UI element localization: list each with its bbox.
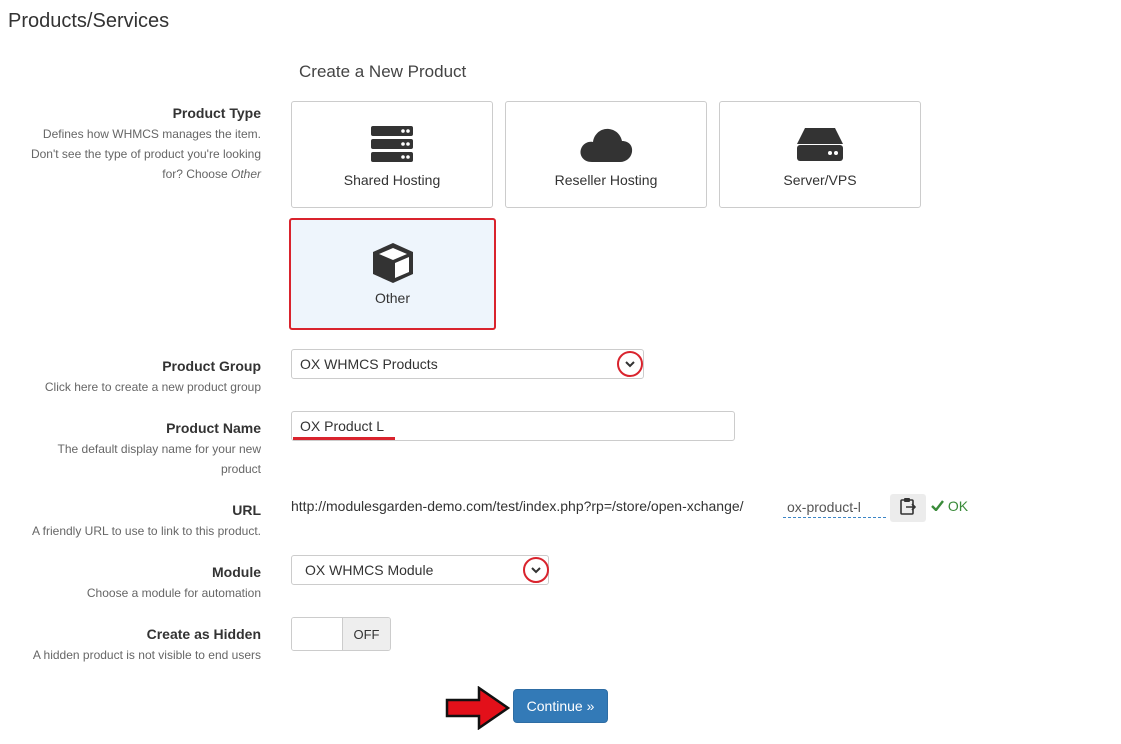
cube-icon <box>291 242 494 283</box>
url-help: A friendly URL to use to link to this pr… <box>31 524 261 538</box>
copy-url-button[interactable] <box>890 494 926 522</box>
module-help: Choose a module for automation <box>86 586 261 600</box>
product-type-help-line3-prefix: for? Choose <box>162 167 231 181</box>
module-dropdown-toggle[interactable] <box>523 557 549 583</box>
clipboard-icon <box>900 497 917 520</box>
hard-drive-icon <box>720 124 920 164</box>
page-title: Products/Services <box>8 10 170 32</box>
create-hidden-label: Create as Hidden <box>146 626 261 642</box>
product-name-label: Product Name <box>166 420 261 436</box>
url-status: OK <box>931 498 968 514</box>
server-stack-icon <box>292 124 492 164</box>
create-hidden-help: A hidden product is not visible to end u… <box>32 648 261 662</box>
chevron-down-icon <box>625 355 635 373</box>
product-type-label-server: Server/VPS <box>783 172 857 188</box>
product-name-highlight <box>293 437 395 440</box>
product-type-label-shared: Shared Hosting <box>343 172 441 188</box>
product-group-help-link[interactable]: Click here to create a new product group <box>45 377 261 397</box>
create-hidden-toggle[interactable]: OFF <box>291 617 391 651</box>
product-type-help-other-em: Other <box>230 167 261 181</box>
product-type-help-line3: for? Choose Other <box>31 164 261 184</box>
module-value: OX WHMCS Module <box>305 562 434 578</box>
product-group-value: OX WHMCS Products <box>300 356 438 372</box>
product-type-label: Product Type <box>172 105 261 121</box>
product-type-shared-hosting[interactable]: Shared Hosting <box>291 101 493 208</box>
url-label: URL <box>232 502 261 518</box>
product-group-dropdown-toggle[interactable] <box>617 351 643 377</box>
continue-button[interactable]: Continue » <box>513 689 608 723</box>
url-slug-editable[interactable]: ox-product-l <box>783 496 886 518</box>
url-status-text: OK <box>947 498 969 514</box>
product-type-server-vps[interactable]: Server/VPS <box>719 101 921 208</box>
product-group-select[interactable]: OX WHMCS Products <box>291 349 644 379</box>
product-type-other[interactable]: Other <box>289 218 496 330</box>
product-type-help: Defines how WHMCS manages the item. Don'… <box>31 124 261 184</box>
chevron-down-icon <box>531 561 541 579</box>
product-name-value: OX Product L <box>300 418 385 434</box>
product-name-help: The default display name for your new pr… <box>58 439 261 479</box>
form-heading: Create a New Product <box>299 62 467 81</box>
module-label: Module <box>212 564 261 580</box>
cloud-icon <box>506 124 706 164</box>
product-type-label-reseller: Reseller Hosting <box>554 172 658 188</box>
right-arrow-icon <box>445 685 511 735</box>
product-group-label: Product Group <box>162 358 261 374</box>
toggle-state: OFF <box>343 618 390 650</box>
product-type-help-line2: Don't see the type of product you're loo… <box>30 147 261 161</box>
product-name-help-line2: product <box>220 462 261 476</box>
toggle-knob <box>292 618 343 650</box>
product-type-reseller-hosting[interactable]: Reseller Hosting <box>505 101 707 208</box>
product-type-help-line1: Defines how WHMCS manages the item. <box>42 127 261 141</box>
check-icon <box>931 498 948 514</box>
product-type-label-other: Other <box>374 290 410 306</box>
url-base: http://modulesgarden-demo.com/test/index… <box>291 498 744 514</box>
module-select[interactable]: OX WHMCS Module <box>291 555 549 585</box>
product-name-help-line1: The default display name for your new <box>57 442 261 456</box>
